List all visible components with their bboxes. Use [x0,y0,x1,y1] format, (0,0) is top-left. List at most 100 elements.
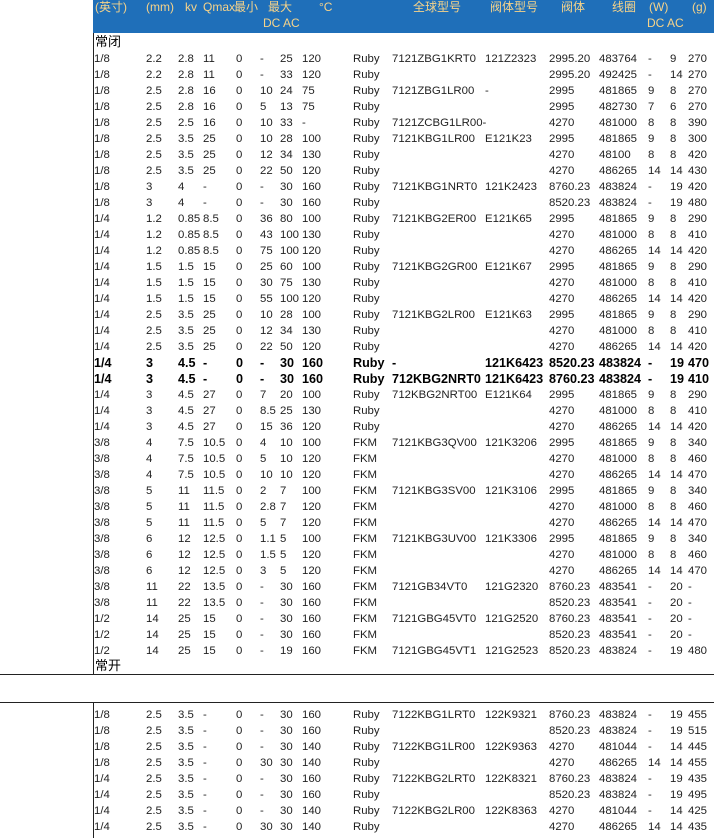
cell-qmax: 25 [203,309,216,321]
cell-temp: 130 [302,277,322,289]
cell-max-dc: 22 [260,165,273,177]
cell-port: 1/8 [94,69,110,81]
cell-seal: Ruby [353,133,380,145]
cell-max-dc: 5 [260,101,267,113]
cell-kv: 7.5 [178,469,194,481]
cell-min: 0 [236,261,243,273]
cell-kv: 25 [178,629,191,641]
cell-port: 1/8 [94,53,110,65]
cell-max-dc: - [260,805,264,817]
header-orifice: (mm) [146,0,174,14]
cell-orifice: 2.5 [146,805,162,817]
cell-coil: 486265 [599,341,638,353]
cell-body-model: 121K3106 [485,485,537,497]
cell-max-ac: 34 [280,325,293,337]
cell-max-dc: 25 [260,261,273,273]
cell-orifice: 2.5 [146,133,162,145]
cell-weight: 480 [688,197,708,209]
cell-qmax: 15 [203,613,216,625]
cell-watt-ac: 14 [670,805,683,817]
cell-port: 1/8 [94,197,110,209]
cell-body-price: 8520.23 [549,645,591,657]
cell-watt-ac: 14 [670,165,683,177]
cell-temp: 120 [302,421,322,433]
cell-watt-dc: - [648,709,652,721]
cell-watt-ac: 8 [670,405,677,417]
cell-port: 1/4 [94,309,110,321]
cell-min: 0 [236,421,243,433]
cell-qmax: 11 [203,69,215,81]
table-row: 1/4 2.5 3.5 25 0 12 34 130 Ruby 4270 481000 8 8 410 [0,323,714,339]
cell-port: 1/4 [94,789,110,801]
cell-body-price: 8760.23 [549,581,591,593]
cell-watt-dc: 8 [648,229,655,241]
cell-max-dc: 43 [260,229,273,241]
table-row: 1/2 14 25 15 0-30 160 FKM 8520.23 483541-20- [0,627,714,643]
cell-watt-dc: - [648,372,653,386]
cell-port: 1/4 [94,277,110,289]
cell-orifice: 11 [146,597,158,609]
table-row: 3/8 11 22 13.5 0-30 160 FKM 8520.23 483541-20- [0,595,714,611]
cell-weight: 300 [688,133,708,145]
cell-port: 1/4 [94,245,110,257]
cell-body-price: 8520.23 [549,356,595,370]
cell-min: 0 [236,165,243,177]
cell-weight: 470 [688,565,708,577]
cell-seal: Ruby [353,277,380,289]
cell-temp: 120 [302,549,322,561]
cell-orifice: 4 [146,437,153,449]
cell-watt-ac: 20 [670,629,683,641]
cell-orifice: 3 [146,405,153,417]
cell-body-price: 8520.23 [549,629,591,641]
cell-temp: 160 [302,725,322,737]
cell-watt-ac: 8 [670,437,677,449]
cell-port: 1/4 [94,805,110,817]
cell-watt-dc: - [648,645,652,657]
table-row: 1/8 2.2 2.8 11 0-33 120 Ruby 2995.20 492425-14 27… [0,67,714,83]
table-row: 1/4 3 4.5 27 0 8.5 25 130 Ruby 4270 481000 8 8 410 [0,403,714,419]
cell-max-ac: 30 [280,581,293,593]
cell-max-ac: 7 [280,501,287,513]
cell-body-model: 121K3206 [485,437,537,449]
cell-watt-ac: 19 [670,725,683,737]
cell-weight: 420 [688,341,708,353]
cell-seal: Ruby [353,85,380,97]
cell-seal: Ruby [353,389,380,401]
cell-max-ac: 28 [280,309,293,321]
cell-global-model: 7121KBG2GR00 [392,261,478,273]
cell-qmax: 13.5 [203,597,226,609]
table-row: 1/8 2.5 3.5 25 0 22 50 120 Ruby 4270 486265 14 14 430 [0,163,714,179]
cell-max-dc: - [260,597,264,609]
cell-max-ac: 7 [280,485,287,497]
cell-temp: 100 [302,133,322,145]
cell-orifice: 2.5 [146,117,162,129]
cell-watt-ac: 14 [670,421,683,433]
cell-min: 0 [236,757,243,769]
cell-orifice: 5 [146,501,153,513]
header-kv: kv [185,0,197,14]
cell-orifice: 3 [146,356,154,370]
cell-orifice: 3 [146,197,153,209]
cell-temp: 160 [302,181,322,193]
cell-max-ac: 80 [280,213,293,225]
cell-max-dc: - [260,53,264,65]
cell-max-dc: 12 [260,149,273,161]
cell-qmax: 25 [203,165,216,177]
cell-orifice: 1.2 [146,229,162,241]
cell-temp: 160 [302,789,322,801]
cell-max-ac: 30 [280,597,293,609]
cell-weight: 270 [688,85,708,97]
cell-weight: 420 [688,421,708,433]
cell-coil: 492425 [599,69,638,81]
cell-weight: 515 [688,725,708,737]
cell-qmax: - [203,197,207,209]
cell-min: 0 [236,245,243,257]
cell-body-price: 4270 [549,117,575,129]
cell-qmax: - [203,356,208,370]
cell-kv: 2.8 [178,85,194,97]
cell-kv: 4.5 [178,405,194,417]
cell-body-price: 8760.23 [549,773,591,785]
cell-coil: 481865 [599,213,638,225]
cell-port: 1/4 [94,325,110,337]
cell-seal: Ruby [353,725,380,737]
